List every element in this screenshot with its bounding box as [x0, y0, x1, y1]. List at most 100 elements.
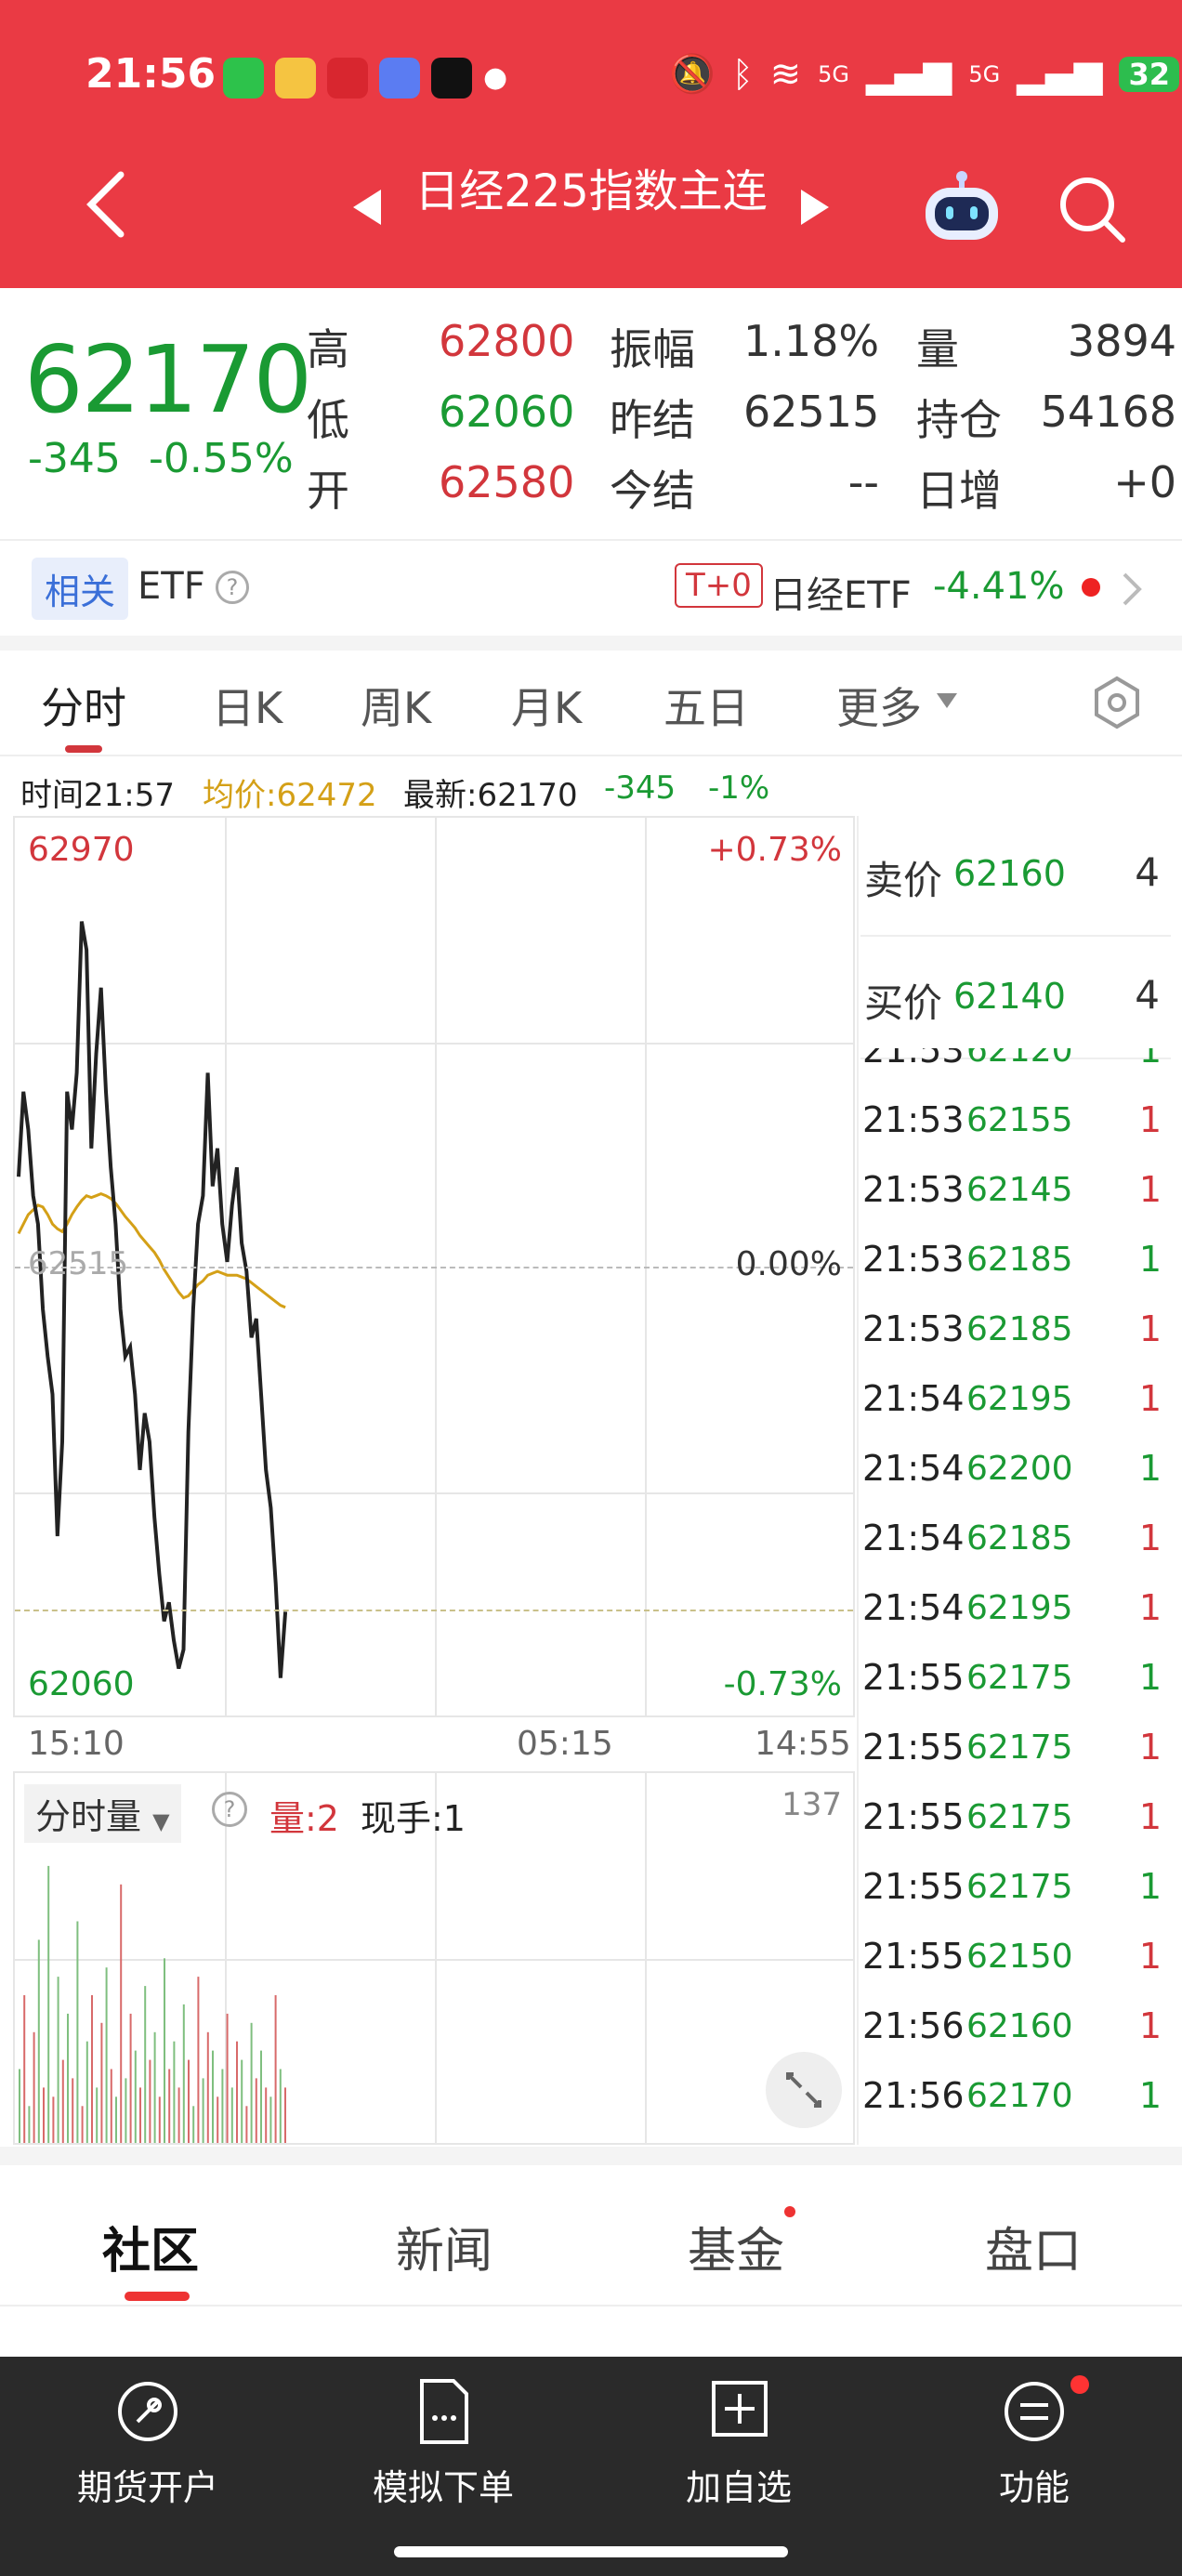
- tick-row: 21:55 62175 1: [862, 1866, 1169, 1936]
- volume-bar: [274, 1995, 277, 2143]
- robot-assistant-icon[interactable]: [920, 167, 1004, 245]
- settings-hexagon-icon[interactable]: [1089, 675, 1145, 730]
- last-price: 62170: [24, 325, 312, 434]
- tick-qty: 1: [1138, 1796, 1162, 1837]
- tab-weekly-k[interactable]: 周K: [361, 675, 431, 736]
- price-change-pct: -0.55%: [149, 435, 294, 482]
- buy-row[interactable]: 买价 62140 4: [860, 937, 1171, 1059]
- etf-name[interactable]: 日经ETF: [769, 565, 912, 619]
- tab-community[interactable]: 社区: [102, 2212, 199, 2281]
- tick-list[interactable]: 21:53 62120 1 21:53 62155 1 21:53 62145 1 21:53 62…: [859, 1048, 1171, 2145]
- sell-qty: 4: [1135, 849, 1160, 895]
- tick-row: 21:54 62200 1: [862, 1448, 1169, 1518]
- high-value: 62800: [439, 316, 575, 366]
- tick-price: 62195: [966, 1380, 1073, 1418]
- tick-price: 62175: [966, 1868, 1073, 1906]
- volume-bar: [236, 2041, 238, 2143]
- etf-change: -4.41%: [933, 565, 1065, 608]
- related-badge: 相关: [32, 558, 129, 620]
- high-label: 高: [307, 324, 349, 375]
- y-min-label: 62060: [28, 1665, 135, 1703]
- nav-functions[interactable]: 功能: [886, 2357, 1182, 2543]
- tick-time: 21:53: [862, 1239, 965, 1280]
- intraday-price-chart[interactable]: 62970 62515 62060 +0.73% 0.00% -0.73%: [13, 816, 855, 1717]
- volume-bar: [153, 2031, 156, 2143]
- nav-simulated-order[interactable]: 模拟下单: [296, 2357, 591, 2543]
- volume-bar: [221, 2069, 224, 2143]
- page-title: 日经225指数主连: [414, 165, 768, 217]
- volume-value: 量:2: [269, 1798, 339, 1839]
- chart-time: 时间21:57: [20, 777, 175, 814]
- section-gap: [0, 2147, 1182, 2165]
- etf-label[interactable]: ETF: [138, 565, 205, 608]
- volume-bar: [230, 2087, 233, 2143]
- tick-row: 21:53 62185 1: [862, 1308, 1169, 1378]
- tab-news[interactable]: 新闻: [396, 2212, 492, 2281]
- tick-price: 62175: [966, 1798, 1073, 1836]
- pct-max-label: +0.73%: [707, 831, 842, 869]
- volume-bar: [168, 2069, 171, 2143]
- bluetooth-icon: ᛒ: [731, 53, 754, 95]
- tab-more[interactable]: 更多: [836, 675, 922, 736]
- volume-bar: [52, 2096, 55, 2143]
- chevron-right-icon[interactable]: [1117, 571, 1145, 608]
- search-icon[interactable]: [1056, 173, 1130, 247]
- tick-row: 21:56 62160 1: [862, 2005, 1169, 2075]
- nav-add-watchlist[interactable]: 加自选: [591, 2357, 886, 2543]
- triangle-right-icon[interactable]: [799, 188, 831, 227]
- tab-five-day[interactable]: 五日: [663, 675, 749, 736]
- tick-time: 21:55: [862, 1866, 965, 1907]
- buy-qty: 4: [1135, 972, 1160, 1018]
- tab-intraday[interactable]: 分时: [41, 675, 126, 736]
- sell-row[interactable]: 卖价 62160 4: [860, 816, 1171, 937]
- tick-price: 62120: [966, 1048, 1073, 1070]
- tab-active-indicator: [65, 745, 102, 753]
- tick-price: 62150: [966, 1938, 1073, 1976]
- tick-row: 21:53 62145 1: [862, 1169, 1169, 1239]
- amplitude-label: 振幅: [610, 324, 695, 375]
- prev-settle-label: 昨结: [610, 395, 695, 445]
- tick-time: 21:54: [862, 1518, 965, 1558]
- bottom-nav: 期货开户 模拟下单 加自选 功能: [0, 2357, 1182, 2576]
- tick-time: 21:55: [862, 1727, 965, 1768]
- volume-bar: [47, 1865, 50, 2143]
- low-value: 62060: [439, 387, 575, 437]
- volume-bar: [33, 2031, 35, 2143]
- tick-price: 62170: [966, 2077, 1073, 2115]
- tick-time: 21:55: [862, 1796, 965, 1837]
- volume-bar: [173, 2041, 176, 2143]
- tab-fund[interactable]: 基金: [688, 2212, 784, 2281]
- tab-daily-k[interactable]: 日K: [212, 675, 282, 736]
- volume-selector-label: 分时量: [35, 1796, 142, 1837]
- nav-label: 模拟下单: [372, 2467, 514, 2508]
- prev-settle-value: 62515: [743, 387, 880, 437]
- caret-down-icon[interactable]: [935, 691, 959, 710]
- volume-bar: [188, 2059, 190, 2143]
- wechat-icon: [223, 58, 264, 99]
- chart-avg: 均价:62472: [203, 777, 377, 814]
- signal-label-2: 5G: [968, 60, 1001, 87]
- tick-price: 62195: [966, 1589, 1073, 1627]
- expand-button[interactable]: [766, 2052, 842, 2128]
- volume-bar: [57, 1977, 59, 2143]
- document-icon: [420, 2379, 468, 2444]
- help-icon[interactable]: ?: [216, 571, 249, 604]
- battery-icon: 32: [1119, 56, 1180, 92]
- volume-bar: [76, 1921, 79, 2143]
- volume-bar: [144, 1986, 147, 2143]
- triangle-left-icon[interactable]: [351, 188, 383, 227]
- nav-futures-account[interactable]: 期货开户: [0, 2357, 296, 2543]
- tick-price: 62185: [966, 1519, 1073, 1557]
- volume-selector[interactable]: 分时量 ▼: [24, 1784, 181, 1843]
- tab-monthly-k[interactable]: 月K: [511, 675, 582, 736]
- tick-qty: 1: [1138, 1518, 1162, 1558]
- tick-price: 62185: [966, 1310, 1073, 1348]
- volume-bar: [19, 2069, 20, 2143]
- low-label: 低: [307, 395, 349, 445]
- chevron-left-icon[interactable]: [78, 167, 134, 242]
- tick-qty: 1: [1138, 1099, 1162, 1140]
- help-icon[interactable]: ?: [212, 1792, 247, 1827]
- volume-chart[interactable]: 分时量 ▼ ? 量:2 现手:1 137: [13, 1771, 855, 2145]
- tab-orderbook[interactable]: 盘口: [985, 2212, 1082, 2281]
- tick-row: 21:56 62170 1: [862, 2075, 1169, 2145]
